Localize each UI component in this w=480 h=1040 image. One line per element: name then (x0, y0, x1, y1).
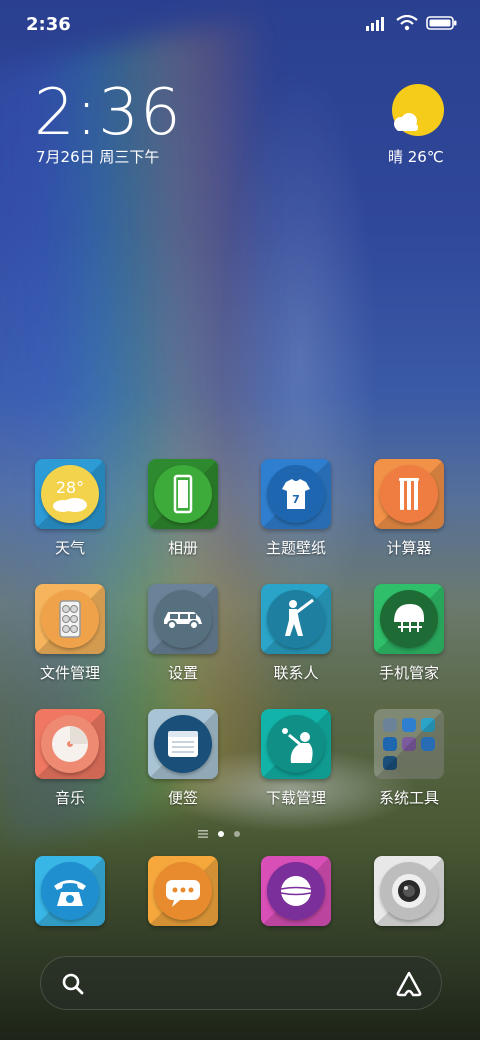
app-contacts[interactable]: 联系人 (241, 584, 351, 683)
notes-icon (154, 715, 212, 773)
search-bar[interactable] (40, 956, 442, 1010)
gallery-icon (154, 465, 212, 523)
app-label: 计算器 (386, 539, 432, 557)
files-icon (41, 590, 99, 648)
app-downloads[interactable]: 下载管理 (241, 709, 351, 808)
app-label: 下载管理 (265, 789, 326, 807)
fielder-icon (267, 715, 325, 773)
signal-icon (366, 17, 384, 31)
app-label: 主题壁纸 (265, 539, 326, 557)
page-dot-1[interactable] (218, 831, 224, 837)
jersey-number: 7 (292, 493, 300, 506)
wifi-icon (396, 15, 418, 31)
app-gallery[interactable]: 相册 (128, 459, 238, 558)
app-calculator[interactable]: 计算器 (354, 459, 464, 558)
weather-widget-text[interactable]: 晴 26℃ (388, 146, 444, 167)
status-time: 2:36 (26, 14, 71, 35)
status-icons (366, 15, 458, 31)
cloud-icon (394, 113, 418, 131)
app-files[interactable]: 文件管理 (15, 584, 125, 683)
app-label: 系统工具 (378, 789, 439, 807)
weather-badge-text: 28° (56, 478, 84, 497)
status-bar: 2:36 (0, 0, 480, 50)
dock-browser[interactable] (241, 856, 351, 926)
battery-icon (426, 16, 457, 30)
car-icon (154, 590, 212, 648)
app-settings[interactable]: 设置 (128, 584, 238, 683)
app-label: 相册 (167, 539, 198, 557)
app-weather[interactable]: 28° 天气 (15, 459, 125, 558)
folder-icon (374, 709, 444, 779)
batsman-icon (267, 590, 325, 648)
app-label: 设置 (167, 664, 198, 682)
app-themes[interactable]: 7 主题壁纸 (241, 459, 351, 558)
chat-bubble-icon (154, 862, 212, 920)
weather-icon: 28° (41, 465, 99, 523)
app-system-tools-folder[interactable]: 系统工具 (354, 709, 464, 808)
app-label: 天气 (54, 539, 85, 557)
clock-widget-time[interactable]: 2:36 (34, 76, 182, 150)
disc-icon (41, 715, 99, 773)
page-indicator[interactable] (198, 830, 240, 838)
app-security[interactable]: 手机管家 (354, 584, 464, 683)
page-dot-2[interactable] (234, 831, 240, 837)
assistant-icon[interactable] (395, 971, 423, 997)
app-label: 联系人 (273, 664, 319, 682)
dock-phone[interactable] (15, 856, 125, 926)
app-label: 手机管家 (378, 664, 439, 682)
search-icon[interactable] (61, 972, 85, 996)
helmet-icon (380, 590, 438, 648)
camera-icon (380, 862, 438, 920)
dock-messages[interactable] (128, 856, 238, 926)
ball-icon (267, 862, 325, 920)
menu-lines-icon (198, 830, 208, 838)
app-notes[interactable]: 便签 (128, 709, 238, 808)
app-label: 便签 (167, 789, 198, 807)
app-music[interactable]: 音乐 (15, 709, 125, 808)
app-label: 音乐 (54, 789, 85, 807)
app-label: 文件管理 (39, 664, 100, 682)
clock-widget-date[interactable]: 7月26日 周三下午 (36, 146, 159, 167)
jersey-icon: 7 (267, 465, 325, 523)
wickets-icon (380, 465, 438, 523)
dock-camera[interactable] (354, 856, 464, 926)
telephone-icon (41, 862, 99, 920)
